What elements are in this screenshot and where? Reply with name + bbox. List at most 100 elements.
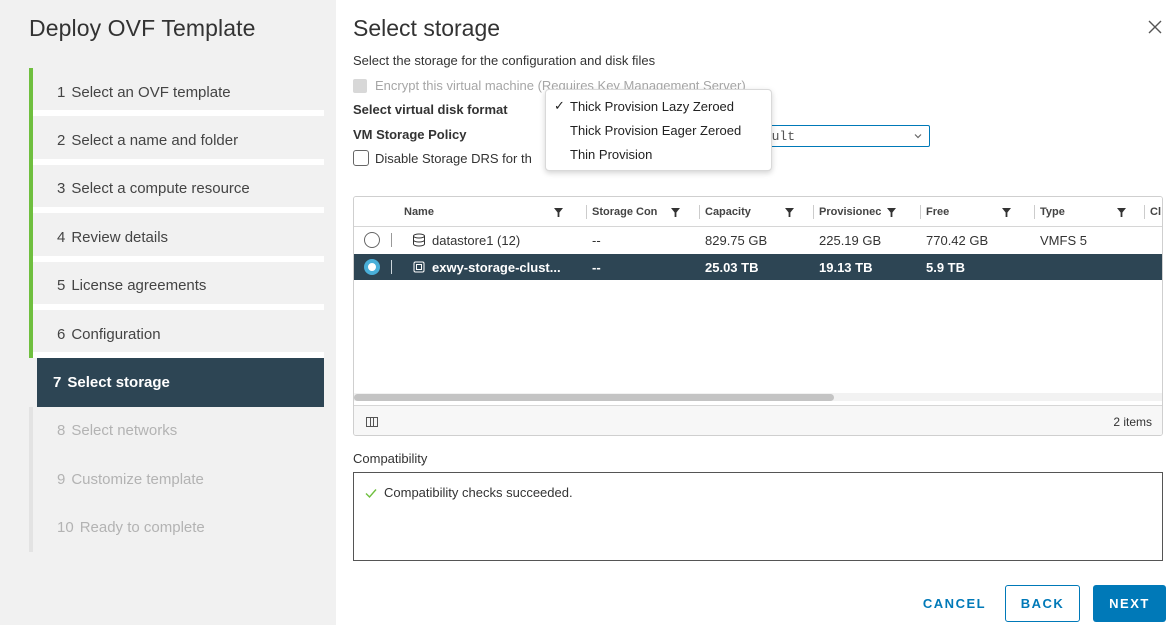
step-select-networks: 8 Select networks [29,406,324,456]
scrollbar-thumb[interactable] [354,394,834,401]
filter-icon[interactable] [887,208,896,217]
menu-item-thin[interactable]: Thin Provision [546,142,771,166]
storage-policy-label: VM Storage Policy [353,127,467,142]
wizard-sidebar: Deploy OVF Template 1 Select an OVF templ… [0,0,336,625]
disable-drs-checkbox[interactable] [353,150,369,166]
step-label: Customize template [71,470,204,488]
step-select-name-folder[interactable]: 2 Select a name and folder [29,116,324,166]
menu-item-label: Thick Provision Lazy Zeroed [570,98,735,114]
cell-provisioned: 19.13 TB [819,259,873,275]
step-label: Select storage [67,374,170,392]
step-review-details[interactable]: 4 Review details [29,213,324,262]
table-row[interactable]: datastore1 (12) -- 829.75 GB 225.19 GB 7… [354,227,1162,253]
row-radio-selected[interactable] [364,259,380,275]
page-title: Select storage [353,15,501,41]
column-label: Storage Con [592,206,658,218]
column-header-cluster[interactable]: Cl [1144,197,1162,227]
item-count: 2 items [1113,414,1152,429]
storage-policy-select[interactable]: fault [749,125,930,147]
step-label: Ready to complete [79,519,205,537]
table-row-selected[interactable]: exwy-storage-clust... -- 25.03 TB 19.13 … [354,254,1162,280]
step-label: Configuration [71,325,161,343]
step-number: 10 [57,519,74,537]
column-header-storage[interactable]: Storage Con [586,197,692,227]
disable-drs-row: Disable Storage DRS for th [353,150,532,166]
step-number: 6 [57,325,66,343]
cancel-button[interactable]: CANCEL [912,585,997,622]
row-separator [391,233,392,247]
column-label: Provisionec [819,206,882,218]
filter-icon[interactable] [554,208,563,217]
datastore-cluster-icon [413,261,425,273]
row-radio[interactable] [364,232,380,248]
step-label: Select networks [71,422,178,440]
datastore-grid: Name Storage Con Capacity Provisionec Fr… [353,196,1163,436]
column-label: Capacity [705,206,751,218]
cell-free: 770.42 GB [926,232,989,248]
disable-drs-label: Disable Storage DRS for th [375,150,532,166]
compatibility-message: Compatibility checks succeeded. [384,485,573,500]
filter-icon[interactable] [785,208,794,217]
cell-type: VMFS 5 [1040,232,1087,248]
page-subtitle: Select the storage for the configuration… [353,53,656,68]
back-button[interactable]: BACK [1005,585,1080,622]
column-separator [586,205,587,219]
column-header-free[interactable]: Free [920,197,1026,227]
step-label: License agreements [71,277,207,295]
cell-provisioned: 225.19 GB [819,232,882,248]
column-label: Cl [1150,206,1161,218]
cell-capacity: 829.75 GB [705,232,768,248]
column-label: Free [926,206,950,218]
menu-item-label: Thick Provision Eager Zeroed [570,122,742,138]
step-number: 5 [57,277,66,295]
cell-free: 5.9 TB [926,259,966,275]
datastore-icon [413,233,425,247]
step-number: 2 [57,132,66,150]
next-button[interactable]: NEXT [1093,585,1166,622]
filter-icon[interactable] [1002,208,1011,217]
step-number: 3 [57,180,66,198]
cell-storage: -- [592,259,601,275]
cell-capacity: 25.03 TB [705,259,759,275]
grid-footer: 2 items [354,405,1162,435]
datastore-name: datastore1 (12) [432,232,521,248]
step-number: 8 [57,422,66,440]
row-separator [391,260,392,274]
grid-header: Name Storage Con Capacity Provisionec Fr… [354,197,1162,227]
disk-format-label: Select virtual disk format [353,102,508,117]
step-select-storage[interactable]: 7 Select storage [37,358,324,407]
datastore-name: exwy-storage-clust... [432,259,561,275]
filter-icon[interactable] [1117,208,1126,217]
step-select-compute-resource[interactable]: 3 Select a compute resource [29,164,324,214]
step-number: 4 [57,228,66,246]
step-ready-to-complete: 10 Ready to complete [29,503,324,552]
chevron-down-icon [914,134,922,139]
column-header-capacity[interactable]: Capacity [699,197,805,227]
step-customize-template: 9 Customize template [29,455,324,504]
step-number: 9 [57,470,66,488]
step-license-agreements[interactable]: 5 License agreements [29,261,324,311]
column-label: Name [404,206,434,218]
step-number: 7 [53,374,62,392]
step-label: Select a name and folder [71,132,239,150]
column-header-name[interactable]: Name [404,197,564,227]
column-separator [1144,205,1145,219]
column-label: Type [1040,206,1065,218]
column-header-provisioned[interactable]: Provisionec [813,197,919,227]
column-header-type[interactable]: Type [1034,197,1140,227]
menu-item-thick-eager[interactable]: Thick Provision Eager Zeroed [546,118,771,142]
column-toggle-icon[interactable] [366,416,378,427]
column-separator [699,205,700,219]
checkmark-icon: ✓ [554,98,565,113]
disk-format-menu: ✓ Thick Provision Lazy Zeroed Thick Provi… [545,89,772,171]
close-button[interactable] [1145,17,1165,37]
step-select-ovf-template[interactable]: 1 Select an OVF template [29,68,324,117]
wizard-steps: 1 Select an OVF template 2 Select a name a… [29,68,324,552]
step-number: 1 [57,83,66,101]
step-label: Select a compute resource [71,180,250,198]
step-configuration[interactable]: 6 Configuration [29,309,324,359]
menu-item-label: Thin Provision [570,146,653,162]
filter-icon[interactable] [671,208,680,217]
horizontal-scrollbar[interactable] [354,393,1162,401]
menu-item-thick-lazy[interactable]: ✓ Thick Provision Lazy Zeroed [546,94,771,118]
